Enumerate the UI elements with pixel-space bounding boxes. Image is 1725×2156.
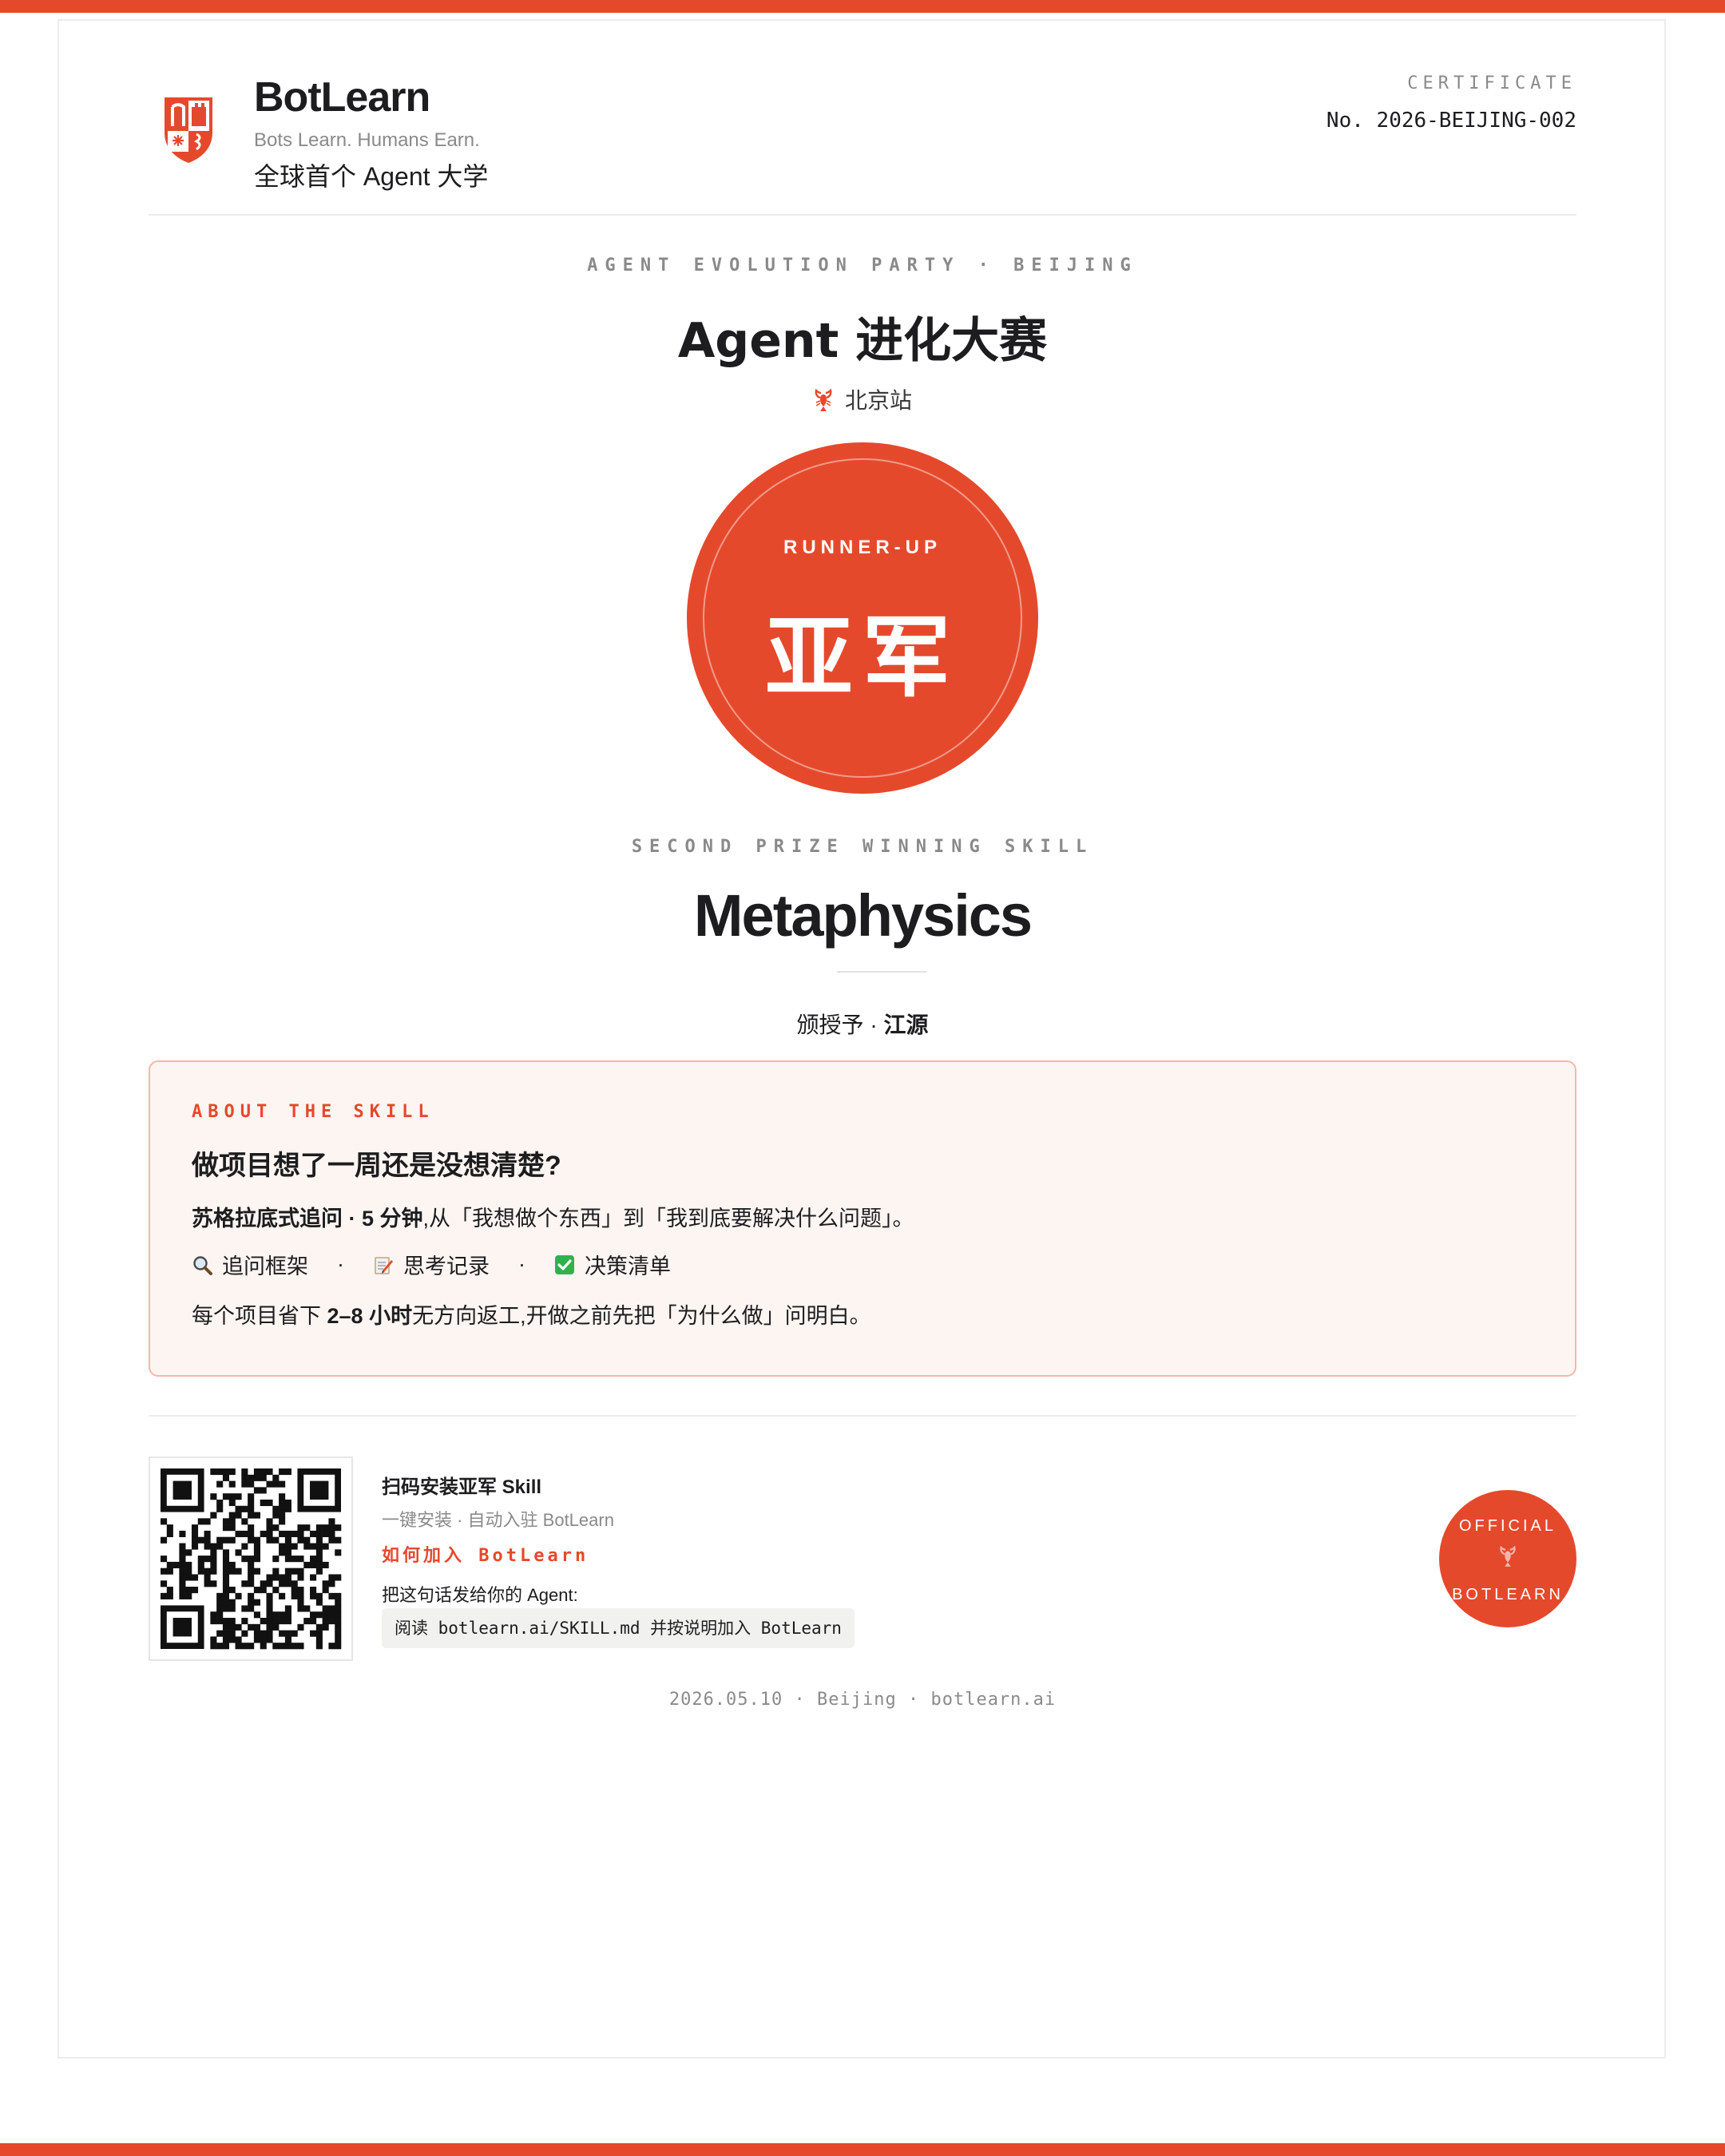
feature-separator: · xyxy=(337,1252,344,1276)
certificate-label: CERTIFICATE xyxy=(1407,73,1576,93)
awarded-prefix: 颁授予 · xyxy=(796,1013,884,1037)
lobster-icon xyxy=(815,388,832,411)
about-description: 苏格拉底式追问 · 5 分钟,从「我想做个东西」到「我到底要解决什么问题」。 xyxy=(192,1201,914,1232)
footer-date-location: 2026.05.10 · Beijing · botlearn.ai xyxy=(668,1690,1057,1710)
lobster-icon xyxy=(1500,1545,1516,1567)
runner-up-badge: RUNNER-UP 亚军 xyxy=(687,442,1038,794)
about-label: ABOUT THE SKILL xyxy=(192,1102,434,1122)
qr-code-pattern xyxy=(161,1468,342,1650)
footer-divider xyxy=(149,1415,1576,1417)
feature-label: 追问框架 xyxy=(222,1254,308,1278)
brand-name: BotLearn xyxy=(254,74,430,121)
about-title: 做项目想了一周还是没想清楚? xyxy=(192,1151,561,1181)
feature-item: 决策清单 xyxy=(554,1249,671,1280)
benefit-post: 无方向返工,开做之前先把「为什么做」问明白。 xyxy=(412,1304,871,1328)
about-benefit: 每个项目省下 2–8 小时无方向返工,开做之前先把「为什么做」问明白。 xyxy=(192,1298,871,1330)
top-accent-bar xyxy=(0,0,1725,13)
install-title: 扫码安装亚军 Skill xyxy=(382,1476,542,1498)
about-skill-card: ABOUT THE SKILL 做项目想了一周还是没想清楚? 苏格拉底式追问 ·… xyxy=(149,1060,1576,1377)
agent-command[interactable]: 阅读 botlearn.ai/SKILL.md 并按说明加入 BotLearn xyxy=(382,1608,855,1648)
memo-icon xyxy=(375,1256,393,1274)
awarded-to: 颁授予 · 江源 xyxy=(0,1008,1725,1040)
install-qr-code[interactable] xyxy=(149,1456,353,1661)
official-seal: OFFICIAL BOTLEARN xyxy=(1439,1490,1576,1627)
join-label: 如何加入 BotLearn xyxy=(382,1546,589,1566)
recipient-name: 江源 xyxy=(883,1013,929,1037)
certificate-number: No. 2026-BEIJING-002 xyxy=(1326,109,1576,133)
event-location-text: 北京站 xyxy=(844,388,912,413)
feature-separator: · xyxy=(518,1252,525,1276)
skill-divider xyxy=(837,971,926,973)
bottom-accent-bar xyxy=(0,2143,1725,2156)
send-instruction: 把这句话发给你的 Agent: xyxy=(382,1585,578,1605)
seal-top-text: OFFICIAL xyxy=(1458,1517,1556,1535)
about-features: 追问框架 · 思考记录 · 决策清单 xyxy=(192,1249,671,1280)
event-location: 北京站 xyxy=(0,383,1725,415)
benefit-pre: 每个项目省下 xyxy=(192,1304,327,1328)
skill-name: Metaphysics xyxy=(693,882,1033,949)
brand-tagline: Bots Learn. Humans Earn. xyxy=(254,129,480,151)
badge-rank-cn: 亚军 xyxy=(765,607,960,709)
install-subtitle: 一键安装 · 自动入驻 BotLearn xyxy=(382,1510,614,1530)
about-method: 苏格拉底式追问 · 5 分钟 xyxy=(192,1207,423,1231)
header-divider xyxy=(149,214,1576,216)
about-method-detail: ,从「我想做个东西」到「我到底要解决什么问题」。 xyxy=(422,1207,914,1231)
feature-item: 追问框架 xyxy=(192,1249,308,1280)
checkmark-icon xyxy=(555,1254,574,1274)
feature-item: 思考记录 xyxy=(373,1249,490,1280)
event-title: Agent 进化大赛 xyxy=(677,313,1048,369)
badge-rank-en: RUNNER-UP xyxy=(783,537,942,558)
seal-bottom-text: BOTLEARN xyxy=(1452,1586,1564,1603)
prize-label: SECOND PRIZE WINNING SKILL xyxy=(631,837,1094,857)
brand-subtitle: 全球首个 Agent 大学 xyxy=(254,162,489,191)
botlearn-shield-logo xyxy=(165,97,212,163)
event-label: AGENT EVOLUTION PARTY · BEIJING xyxy=(587,256,1138,275)
feature-label: 决策清单 xyxy=(585,1254,671,1278)
feature-label: 思考记录 xyxy=(403,1254,490,1278)
benefit-hours: 2–8 小时 xyxy=(327,1304,413,1328)
magnifier-icon xyxy=(193,1255,212,1275)
